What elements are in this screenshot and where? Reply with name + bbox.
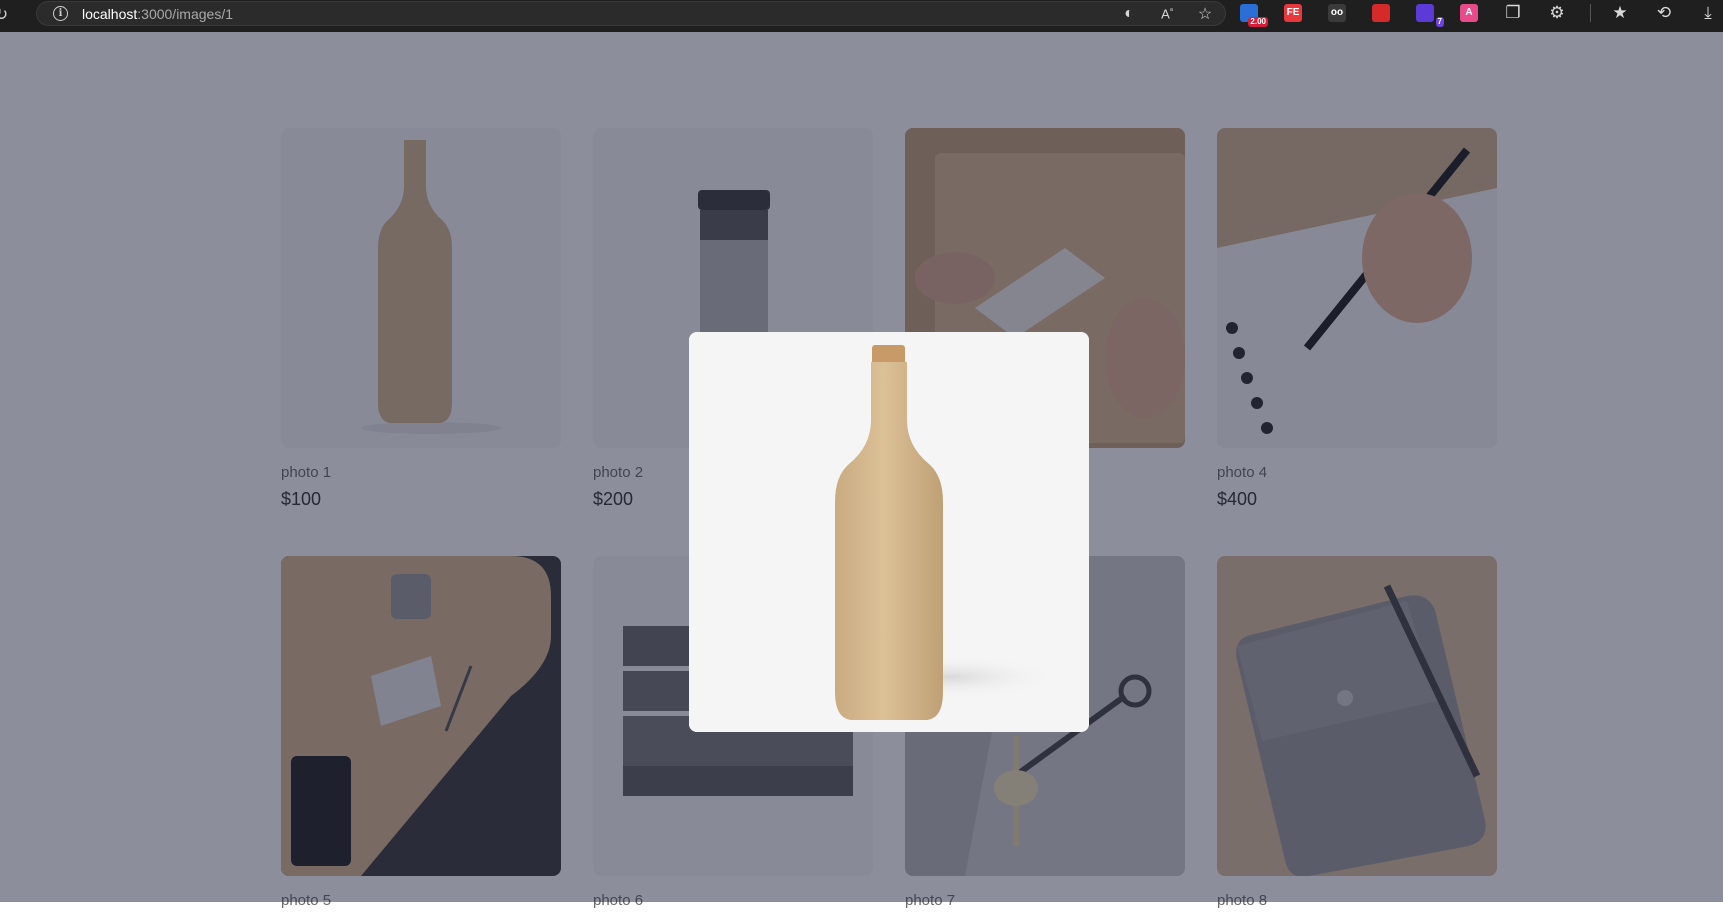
extension-3-icon[interactable]: oo <box>1326 2 1348 24</box>
downloads-icon[interactable]: ⤓ <box>1697 3 1719 23</box>
split-screen-icon[interactable]: ❐ <box>1502 3 1524 23</box>
extension-1-badge: 2.00 <box>1248 17 1268 27</box>
url-path: :3000/images/1 <box>137 5 233 22</box>
read-aloud-icon[interactable]: Aᵃ <box>1157 6 1177 21</box>
edge-icon[interactable]: ◐ <box>1119 5 1139 23</box>
url-host: localhost <box>82 5 138 22</box>
image-modal <box>689 332 1089 732</box>
history-icon[interactable]: ⟲ <box>1653 3 1675 23</box>
extension-6-icon[interactable]: A <box>1458 2 1480 24</box>
reload-icon[interactable]: ↻ <box>0 4 16 26</box>
extension-4-icon[interactable] <box>1370 2 1392 24</box>
address-bar[interactable]: i localhost:3000/images/1 ◐ Aᵃ ☆ <box>36 1 1226 26</box>
extension-5-icon[interactable]: 7 <box>1414 2 1444 27</box>
extensions-puzzle-icon[interactable]: ⚙ <box>1546 3 1568 23</box>
url-text[interactable]: localhost:3000/images/1 <box>82 6 233 22</box>
favorite-star-icon[interactable]: ☆ <box>1195 4 1215 24</box>
favorites-icon[interactable]: ★ <box>1609 3 1631 23</box>
extension-1-icon[interactable]: 2.00 <box>1238 2 1268 27</box>
site-info-icon[interactable]: i <box>53 6 68 21</box>
toolbar-divider <box>1590 4 1591 22</box>
extensions-toolbar: 2.00 FE oo 7 A ❐ ⚙ ★ ⟲ ⤓ <box>1238 0 1723 27</box>
bottle-image <box>689 332 1089 732</box>
extension-2-icon[interactable]: FE <box>1282 2 1304 24</box>
browser-toolbar: ↻ i localhost:3000/images/1 ◐ Aᵃ ☆ 2.00 … <box>0 0 1723 32</box>
extension-5-badge: 7 <box>1435 17 1444 27</box>
